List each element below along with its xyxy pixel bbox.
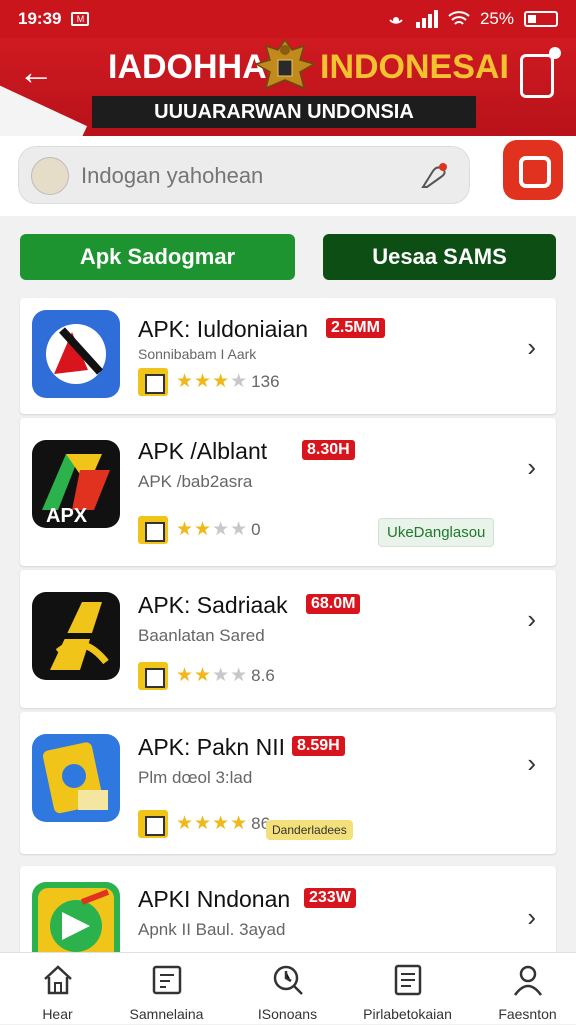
- svg-text:APX: APX: [46, 505, 88, 527]
- rating-count: 136: [251, 372, 280, 391]
- rating-count: 8.6: [251, 666, 275, 685]
- chevron-right-icon[interactable]: ›: [527, 452, 536, 483]
- nav-home[interactable]: Hear: [0, 953, 115, 1025]
- app-logo-icon: APX: [42, 454, 110, 527]
- chevron-right-icon[interactable]: ›: [527, 902, 536, 933]
- app-subtitle: Baanlatan Sared: [138, 626, 265, 645]
- profile-icon: [513, 965, 542, 996]
- tab-apk[interactable]: Apk Sadogmar: [20, 234, 295, 280]
- nav-label: ISonoans: [257, 1006, 318, 1022]
- home-icon: [43, 965, 72, 995]
- star-rating: ★★★★ 0: [176, 519, 261, 540]
- search-input[interactable]: [81, 159, 401, 193]
- status-time: 19:39: [18, 9, 62, 28]
- size-badge: 68.0M: [306, 594, 361, 614]
- wifi-icon: [448, 11, 470, 25]
- feature-tag: Danderladees: [266, 820, 353, 840]
- nav-search[interactable]: ISonoans: [230, 953, 345, 1025]
- size-badge: 2.5MM: [326, 318, 385, 338]
- calendar-icon: [152, 965, 181, 995]
- star-rating: ★★★★ 136: [176, 371, 280, 392]
- app-name: APKI Nndonan: [138, 886, 291, 912]
- star-rating: ★★★★ 86: [176, 813, 271, 834]
- size-badge: 233W: [304, 888, 356, 908]
- nav-list[interactable]: Pirlabetokaian: [350, 953, 465, 1025]
- size-badge: 8.30H: [302, 440, 355, 460]
- emblem-avatar-icon: [31, 157, 69, 195]
- hotspot-icon: [389, 17, 403, 24]
- back-arrow-icon[interactable]: ←: [18, 52, 58, 92]
- list-icon: [394, 964, 421, 996]
- app-icon: [32, 310, 120, 398]
- app-logo-icon: [42, 742, 108, 814]
- app-subtitle: APK /bab2asra: [138, 472, 253, 491]
- header-subtitle: UUUARARWAN UNDONSIA: [92, 96, 476, 128]
- star-rating: ★★★★ 8.6: [176, 665, 275, 686]
- signal-icon: [415, 10, 438, 28]
- notification-icon: M: [71, 12, 90, 26]
- app-name: APK: Sadriaak: [138, 592, 288, 618]
- size-badge: 8.59H: [292, 736, 345, 756]
- feature-tag: UkeDanglasou: [378, 518, 495, 547]
- app-logo-icon: [46, 324, 106, 384]
- phone-icon[interactable]: [520, 47, 561, 98]
- app-name: APK: Pakn NII: [138, 734, 286, 760]
- tab-games[interactable]: Uesaa SAMS: [323, 234, 556, 280]
- mic-icon[interactable]: [419, 161, 449, 191]
- app-name: APK /Alblant: [138, 438, 268, 464]
- chevron-right-icon[interactable]: ›: [527, 748, 536, 779]
- nav-label: Pirlabetokaian: [363, 1006, 452, 1022]
- app-subtitle: Apnk II Baul. 3ayad: [138, 920, 286, 939]
- app-icon: APX: [32, 440, 120, 528]
- battery-icon: [524, 11, 558, 27]
- app-logo-icon: [42, 602, 109, 670]
- verified-badge-icon: [138, 368, 168, 396]
- verified-badge-icon: [138, 662, 168, 690]
- category-tabs: Apk Sadogmar Uesaa SAMS: [0, 222, 576, 294]
- nav-label: Samnelaina: [129, 1006, 204, 1022]
- garuda-emblem-icon: [254, 38, 316, 90]
- app-name: APK: Iuldoniaian: [138, 316, 309, 342]
- rating-count: 0: [251, 520, 261, 539]
- nav-calendar[interactable]: Samnelaina: [109, 953, 224, 1025]
- app-icon: [32, 592, 120, 680]
- header-title-right: INDONESAI: [320, 48, 509, 86]
- list-item[interactable]: APK: Iuldoniaian 2.5MM Sonnibabam I Aark…: [20, 298, 556, 414]
- app-icon: [32, 734, 120, 822]
- list-item[interactable]: APKI Nndonan 233W Apnk II Baul. 3ayad ›: [20, 866, 556, 970]
- status-icons: 25%: [386, 9, 558, 29]
- search-bar[interactable]: [18, 146, 470, 204]
- list-item[interactable]: APK: Pakn NII 8.59H Plm dœol 3:lad ★★★★ 8…: [20, 712, 556, 854]
- nav-label: Faesnton: [498, 1006, 557, 1022]
- search-row: [0, 136, 576, 216]
- list-item[interactable]: APX APK /Alblant 8.30H APK /bab2asra ★★★…: [20, 418, 556, 566]
- status-bar: 19:39 M 25%: [0, 0, 576, 38]
- chevron-right-icon[interactable]: ›: [527, 604, 536, 635]
- app-subtitle: Sonnibabam I Aark: [138, 346, 257, 362]
- app-subtitle: Plm dœol 3:lad: [138, 768, 253, 787]
- list-item[interactable]: APK: Sadriaak 68.0M Baanlatan Sared ★★★★…: [20, 570, 556, 708]
- search-icon: [273, 965, 303, 995]
- verified-badge-icon: [138, 810, 168, 838]
- verified-badge-icon: [138, 516, 168, 544]
- bottom-navigation: Hear Samnelaina ISonoans Pirlabetokaian …: [0, 952, 576, 1024]
- nav-profile[interactable]: Faesnton: [470, 953, 576, 1025]
- nav-label: Hear: [42, 1006, 73, 1022]
- battery-percent: 25%: [479, 9, 514, 28]
- chevron-right-icon[interactable]: ›: [527, 332, 536, 363]
- camera-button[interactable]: [503, 140, 563, 200]
- app-header: ← IADOHHAN INDONESAI UUUARARWAN UNDONSIA: [0, 38, 576, 136]
